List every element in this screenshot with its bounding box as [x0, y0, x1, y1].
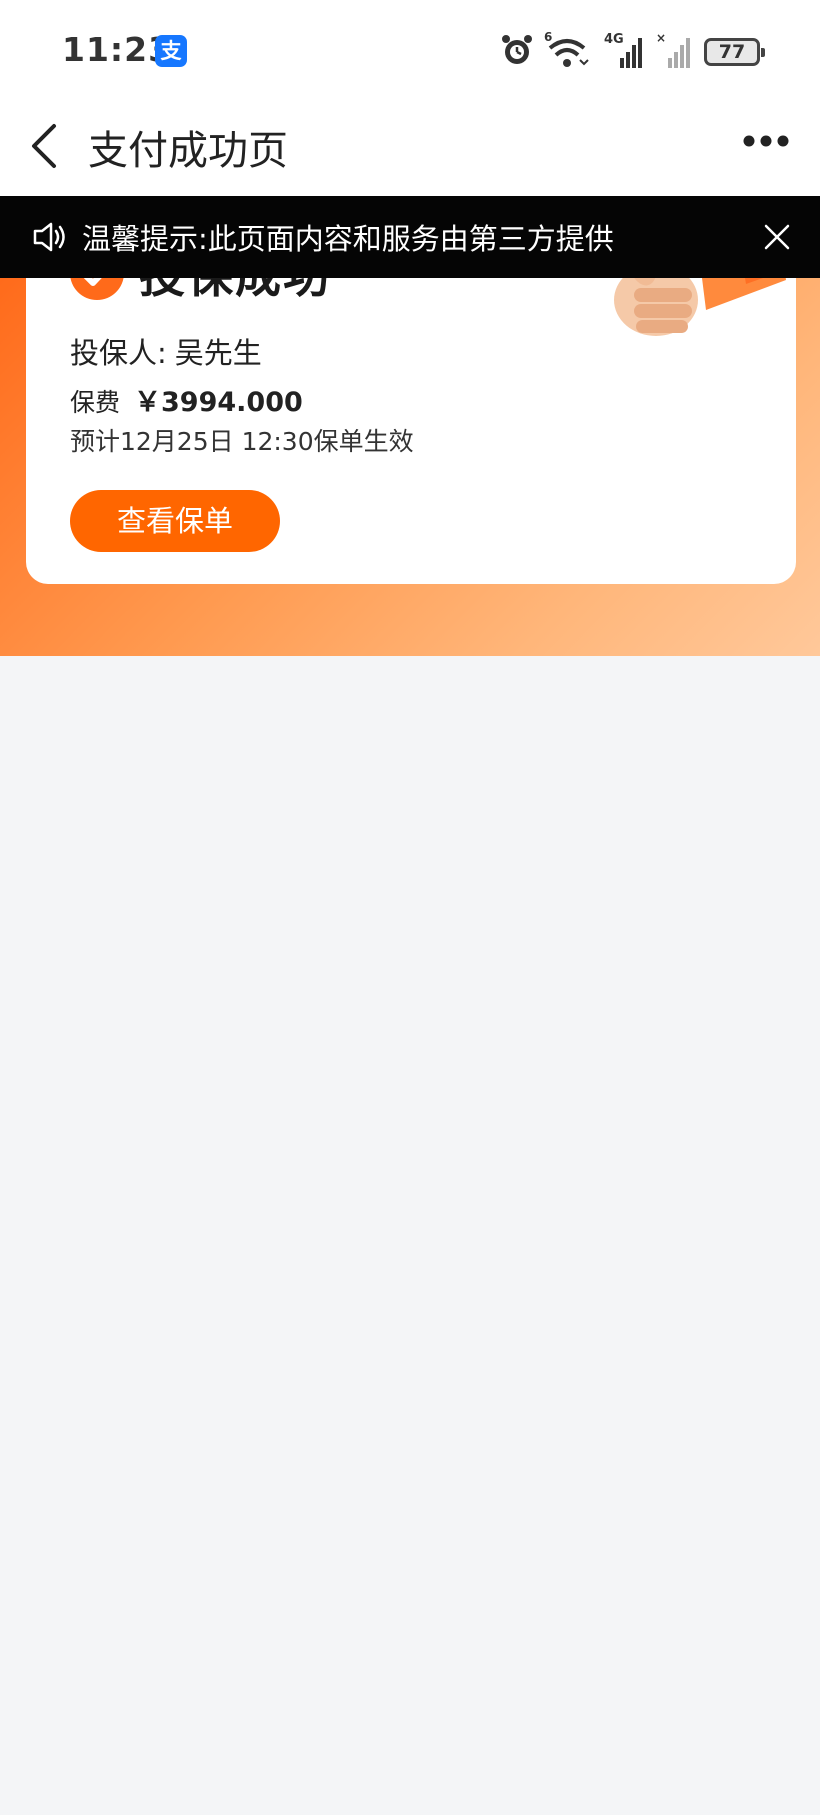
premium-row: 保费 ￥3994.000 — [70, 380, 303, 419]
speaker-icon — [33, 222, 65, 252]
signal-4g-icon: 4G — [604, 32, 642, 68]
notice-text: 温馨提示:此页面内容和服务由第三方提供 — [82, 222, 614, 256]
status-bar: 11:23 支 6 4G × 77 — [0, 0, 820, 100]
result-hero: 投保成功 投保人:吴先生 保费￥3994.000 预计12月25日 12:30保… — [0, 210, 820, 656]
status-icons: 6 4G × 77 — [500, 30, 765, 70]
applicant-label: 投保人: — [70, 336, 167, 370]
svg-text:×: × — [656, 31, 666, 45]
battery-icon: 77 — [704, 38, 765, 66]
alarm-icon — [502, 35, 532, 64]
svg-text:4G: 4G — [604, 32, 624, 47]
third-party-notice-banner: 温馨提示:此页面内容和服务由第三方提供 — [0, 196, 820, 278]
premium-amount: ￥3994.000 — [134, 387, 303, 418]
close-icon[interactable] — [762, 222, 792, 252]
applicant-row: 投保人: 吴先生 — [70, 330, 262, 372]
nav-bar: 支付成功页 — [0, 100, 820, 196]
wifi-icon: 6 — [544, 30, 589, 67]
svg-text:6: 6 — [544, 30, 552, 44]
effective-time: 预计12月25日 12:30保单生效 — [70, 427, 414, 456]
back-arrow-icon[interactable] — [26, 120, 66, 172]
view-policy-button[interactable]: 查看保单 — [70, 490, 280, 552]
premium-label: 保费 — [70, 388, 121, 417]
alipay-app-icon: 支 — [155, 35, 187, 67]
signal-no-sim-icon: × — [656, 31, 690, 68]
page-title: 支付成功页 — [88, 128, 288, 174]
applicant-name: 吴先生 — [174, 336, 262, 370]
more-options-icon[interactable] — [742, 134, 790, 148]
